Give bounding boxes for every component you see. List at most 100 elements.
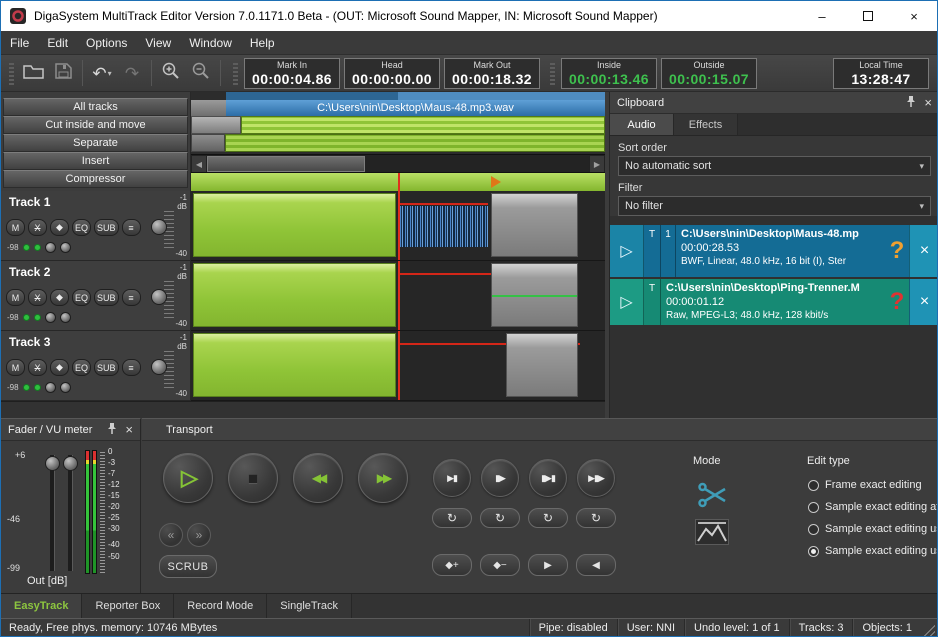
track-menu-button[interactable]: ≡ — [122, 219, 141, 236]
radio-sample-exact-us-1[interactable]: Sample exact editing us — [808, 523, 938, 535]
pin-icon[interactable] — [107, 422, 117, 438]
preview-play-button[interactable]: ▷ — [610, 225, 644, 277]
tab-effects[interactable]: Effects — [674, 114, 738, 135]
fader-groove-left[interactable] — [50, 455, 55, 571]
mute-button[interactable]: M — [6, 219, 25, 236]
playhead-line[interactable] — [398, 261, 400, 330]
tool-separate[interactable]: Separate — [3, 134, 188, 152]
menu-view[interactable]: View — [136, 31, 180, 54]
audio-clip-gray[interactable] — [491, 193, 578, 257]
tab-easytrack[interactable]: EasyTrack — [1, 594, 82, 618]
loop-button-2[interactable]: ↻ — [480, 508, 520, 528]
trim-knob[interactable] — [60, 382, 71, 393]
sub-button[interactable]: SUB — [94, 219, 119, 236]
eq-button[interactable]: EQ — [72, 289, 91, 306]
scroll-right-button[interactable]: ▶ — [589, 155, 605, 173]
toolbar-grip[interactable] — [9, 61, 14, 85]
time-display-inside[interactable]: Inside 00:00:13.46 — [561, 58, 657, 89]
tool-cut-inside-and-move[interactable]: Cut inside and move — [3, 116, 188, 134]
redo-button[interactable]: ↷ — [117, 59, 147, 87]
eq-button[interactable]: EQ — [72, 219, 91, 236]
resize-grip[interactable] — [921, 622, 935, 636]
remove-item-button[interactable]: × — [909, 279, 938, 325]
next-button[interactable]: » — [187, 523, 211, 547]
pan-button[interactable]: ◆ — [50, 359, 69, 376]
loop-button-1[interactable]: ↻ — [432, 508, 472, 528]
audio-clip-gray[interactable] — [506, 333, 578, 397]
step-back-button[interactable]: ◀ — [576, 554, 616, 576]
volume-knob[interactable] — [151, 219, 167, 235]
time-display-outside[interactable]: Outside 00:00:15.07 — [661, 58, 757, 89]
playhead-line[interactable] — [398, 331, 400, 400]
close-panel-icon[interactable]: × — [125, 423, 133, 436]
fast-forward-button[interactable]: ▶▶ — [358, 453, 408, 503]
close-button[interactable]: × — [891, 1, 937, 31]
radio-sample-exact-us-2[interactable]: Sample exact editing us — [808, 545, 938, 557]
tab-reporter-box[interactable]: Reporter Box — [82, 594, 174, 618]
audio-clip-green[interactable] — [193, 333, 396, 397]
mute-button[interactable]: M — [6, 359, 25, 376]
clipboard-item[interactable]: ▷ T 1 C:\Users\nin\Desktop\Maus-48.mp 00… — [610, 225, 938, 277]
undo-button[interactable]: ↶ ▾ — [87, 59, 117, 87]
tab-audio[interactable]: Audio — [610, 114, 674, 135]
overview-clip-green[interactable] — [241, 116, 605, 134]
zoom-in-button[interactable] — [156, 59, 186, 87]
track-3-lane[interactable] — [191, 331, 605, 401]
track-1-lane[interactable] — [191, 191, 605, 261]
volume-knob[interactable] — [151, 289, 167, 305]
overview-clip-green[interactable] — [225, 134, 605, 152]
toolbar-grip[interactable] — [550, 61, 555, 85]
trim-knob[interactable] — [60, 312, 71, 323]
tool-all-tracks[interactable]: All tracks — [3, 98, 188, 116]
audio-clip-green[interactable] — [193, 193, 396, 257]
pan-button[interactable]: ◆ — [50, 219, 69, 236]
tool-insert[interactable]: Insert — [3, 152, 188, 170]
track-2-lane[interactable] — [191, 261, 605, 331]
pan-button[interactable]: ◆ — [50, 289, 69, 306]
tab-record-mode[interactable]: Record Mode — [174, 594, 267, 618]
radio-frame-exact[interactable]: Frame exact editing — [808, 479, 922, 491]
fader-knob-left[interactable] — [45, 456, 60, 471]
overview-clip-gray[interactable] — [191, 134, 225, 152]
clipboard-item[interactable]: ▷ T C:\Users\nin\Desktop\Ping-Trenner.M … — [610, 279, 938, 325]
save-button[interactable] — [48, 59, 78, 87]
play-around-button[interactable]: ▶▮▶ — [577, 459, 615, 497]
playhead-line[interactable] — [398, 191, 400, 260]
pan-knob[interactable] — [45, 312, 56, 323]
fader-groove-right[interactable] — [68, 455, 73, 571]
menu-options[interactable]: Options — [77, 31, 136, 54]
audio-clip-green[interactable] — [193, 263, 396, 327]
tab-singletrack[interactable]: SingleTrack — [267, 594, 352, 618]
waveform-blue[interactable] — [400, 206, 488, 247]
volume-knob[interactable] — [151, 359, 167, 375]
play-to-mark-button[interactable]: ▶▮ — [433, 459, 471, 497]
menu-edit[interactable]: Edit — [38, 31, 77, 54]
pin-icon[interactable] — [906, 95, 916, 111]
minimize-button[interactable]: – — [799, 1, 845, 31]
remove-item-button[interactable]: × — [909, 225, 938, 277]
overview-scrollbar[interactable]: ◀ ▶ — [191, 154, 605, 172]
play-from-mark-button[interactable]: ▮▶ — [481, 459, 519, 497]
solo-button[interactable]: X — [28, 289, 47, 306]
zoom-out-button[interactable] — [186, 59, 216, 87]
envelope-mode-icon[interactable] — [695, 519, 729, 550]
rewind-button[interactable]: ◀◀ — [293, 453, 343, 503]
scrollbar-thumb[interactable] — [207, 156, 365, 172]
maximize-button[interactable] — [845, 1, 891, 31]
marker-add-button[interactable]: ◆+ — [432, 554, 472, 576]
scrub-button[interactable]: SCRUB — [159, 555, 217, 578]
filter-select[interactable]: No filter ▾ — [618, 196, 931, 216]
fader-knob-right[interactable] — [63, 456, 78, 471]
cut-mode-icon[interactable] — [698, 481, 728, 514]
audio-clip-gray[interactable] — [491, 263, 578, 327]
stop-button[interactable]: ■ — [228, 453, 278, 503]
loop-button-4[interactable]: ↻ — [576, 508, 616, 528]
sort-order-select[interactable]: No automatic sort ▾ — [618, 156, 931, 176]
menu-file[interactable]: File — [1, 31, 38, 54]
radio-sample-exact-at[interactable]: Sample exact editing at — [808, 501, 938, 513]
open-button[interactable] — [18, 59, 48, 87]
solo-button[interactable]: X — [28, 219, 47, 236]
trim-knob[interactable] — [60, 242, 71, 253]
close-panel-icon[interactable]: × — [924, 96, 932, 109]
overview-clip-gray[interactable] — [191, 116, 241, 134]
